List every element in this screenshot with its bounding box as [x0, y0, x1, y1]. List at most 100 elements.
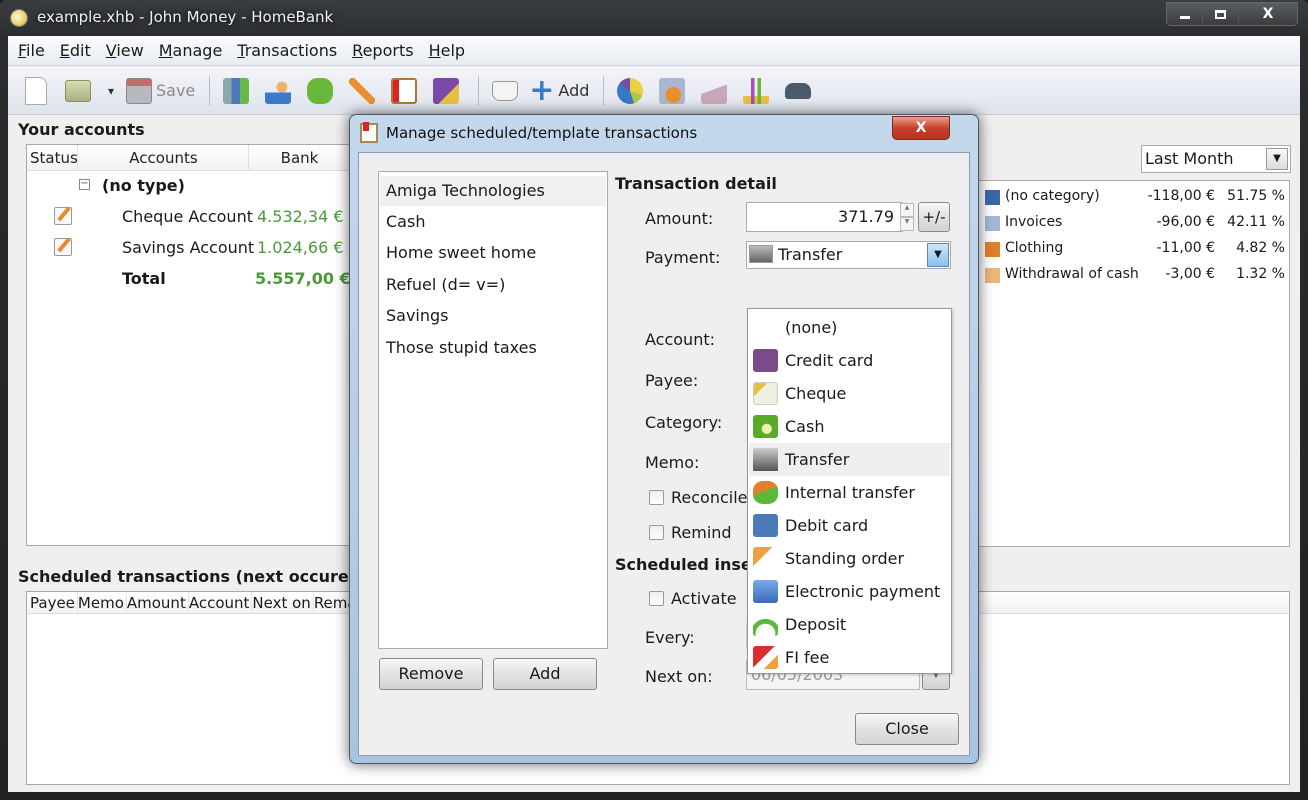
account-name: Cheque Account [122, 207, 253, 226]
account-name: Savings Account [122, 238, 255, 257]
template-item[interactable]: Those stupid taxes [380, 333, 606, 363]
col-bank[interactable]: Bank [250, 145, 350, 171]
manage-categories-button[interactable] [302, 73, 338, 109]
col-payee[interactable]: Payee [30, 592, 78, 613]
payment-option-electronic-payment[interactable]: Electronic payment [749, 575, 950, 608]
remove-button[interactable]: Remove [379, 658, 483, 690]
add-button[interactable]: Add [493, 658, 597, 690]
save-button[interactable]: Save [126, 73, 195, 109]
menu-view[interactable]: View [106, 41, 144, 60]
category-amount: -3,00 € [1165, 266, 1215, 282]
col-next-on[interactable]: Next on [252, 592, 314, 613]
balance-report-button[interactable] [696, 73, 732, 109]
title-bar: example.xhb - John Money - HomeBank X [0, 0, 1308, 36]
close-window-button[interactable]: X [1239, 3, 1297, 25]
col-accounts[interactable]: Accounts [79, 145, 249, 171]
new-file-icon [25, 76, 47, 105]
dialog-close-button[interactable]: X [892, 116, 950, 140]
payment-option-fi-fee[interactable]: FI fee [749, 641, 950, 674]
period-select[interactable]: Last Month ▼ [1141, 145, 1291, 173]
payment-option-deposit[interactable]: Deposit [749, 608, 950, 641]
template-item[interactable]: Home sweet home [380, 238, 606, 268]
activate-checkbox[interactable] [649, 591, 664, 606]
payment-option-standing-order[interactable]: Standing order [749, 542, 950, 575]
budget-report-button[interactable] [654, 73, 690, 109]
option-label: Internal transfer [785, 483, 915, 502]
plus-icon: + [529, 72, 555, 108]
payment-label: Payment: [645, 248, 721, 267]
add-transaction-button[interactable]: + Add [529, 73, 589, 109]
manage-scheduled-button[interactable] [386, 73, 422, 109]
payment-option-debit-card[interactable]: Debit card [749, 509, 950, 542]
amount-spin-up[interactable]: ▲ [900, 203, 914, 217]
edit-status-icon [54, 238, 72, 256]
menu-file[interactable]: File [18, 41, 45, 60]
toolbar-separator [603, 75, 605, 106]
menu-help[interactable]: Help [429, 41, 465, 60]
menu-file-rest: ile [26, 41, 45, 60]
manage-payees-button[interactable] [260, 73, 296, 109]
col-account[interactable]: Account [189, 592, 253, 613]
payment-option-cash[interactable]: Cash [749, 410, 950, 443]
category-row[interactable]: Invoices -96,00 € 42.11 % [985, 213, 1285, 235]
reconciled-checkbox[interactable] [649, 490, 664, 505]
manage-assignments-button[interactable] [344, 73, 380, 109]
amount-spin-down[interactable]: ▼ [900, 217, 914, 231]
category-percent: 4.82 % [1236, 240, 1285, 256]
amount-input[interactable]: 371.79 [746, 202, 903, 232]
account-row[interactable]: Savings Account 1.024,66 € [27, 234, 355, 264]
collapse-icon[interactable]: − [79, 179, 90, 190]
show-transactions-button[interactable] [487, 73, 523, 109]
scheduled-calendar-icon [391, 77, 418, 104]
new-button[interactable] [18, 73, 54, 109]
open-recent-button[interactable]: ▾ [102, 73, 120, 109]
total-value: 5.557,00 € [255, 269, 351, 288]
col-status[interactable]: Status [30, 145, 78, 171]
payment-option-credit-card[interactable]: Credit card [749, 344, 950, 377]
close-button[interactable]: Close [855, 713, 959, 745]
menu-reports[interactable]: Reports [352, 41, 413, 60]
vehicle-cost-report-button[interactable] [780, 73, 816, 109]
manage-accounts-button[interactable] [218, 73, 254, 109]
color-swatch [985, 242, 1000, 257]
category-percent: 51.75 % [1227, 188, 1285, 204]
template-item[interactable]: Refuel (d= v=) [380, 270, 606, 300]
col-memo[interactable]: Memo [78, 592, 127, 613]
trend-report-button[interactable] [738, 73, 774, 109]
sign-toggle-button[interactable]: +/- [918, 202, 950, 232]
minimize-button[interactable] [1167, 3, 1203, 25]
dialog-title: Manage scheduled/template transactions [386, 124, 698, 142]
menu-transactions[interactable]: Transactions [237, 41, 337, 60]
manage-budget-button[interactable] [428, 73, 464, 109]
chevron-down-icon[interactable]: ▼ [927, 243, 949, 267]
account-group-row[interactable]: − (no type) [27, 173, 355, 203]
payment-option-internal-transfer[interactable]: Internal transfer [749, 476, 950, 509]
template-item[interactable]: Savings [380, 301, 606, 331]
menu-transactions-mnemonic: T [237, 41, 245, 60]
col-amount[interactable]: Amount [127, 592, 189, 613]
save-icon [126, 77, 152, 104]
option-label: Cheque [785, 384, 847, 403]
menu-manage[interactable]: Manage [159, 41, 223, 60]
chevron-down-icon[interactable]: ▼ [1266, 148, 1288, 170]
maximize-button[interactable] [1203, 3, 1239, 25]
cheque-icon [753, 382, 778, 405]
account-row[interactable]: Cheque Account 4.532,34 € [27, 203, 355, 233]
remind-checkbox[interactable] [649, 525, 664, 540]
template-item[interactable]: Cash [380, 207, 606, 237]
menu-edit[interactable]: Edit [60, 41, 91, 60]
payment-select[interactable]: Transfer ▼ [746, 241, 951, 269]
option-label: Cash [785, 417, 825, 436]
template-item[interactable]: Amiga Technologies [380, 176, 606, 206]
payment-option-none[interactable]: (none) [749, 311, 950, 344]
open-button[interactable] [60, 73, 96, 109]
menu-manage-mnemonic: M [158, 41, 173, 60]
category-row[interactable]: Withdrawal of cash -3,00 € 1.32 % [985, 265, 1285, 287]
category-percent: 1.32 % [1236, 266, 1285, 282]
statistics-report-button[interactable] [612, 73, 648, 109]
category-row[interactable]: (no category) -118,00 € 51.75 % [985, 187, 1285, 209]
payment-option-cheque[interactable]: Cheque [749, 377, 950, 410]
menu-bar: File Edit View Manage Transactions Repor… [8, 36, 1300, 66]
category-row[interactable]: Clothing -11,00 € 4.82 % [985, 239, 1285, 261]
payment-option-transfer[interactable]: Transfer [749, 443, 950, 476]
